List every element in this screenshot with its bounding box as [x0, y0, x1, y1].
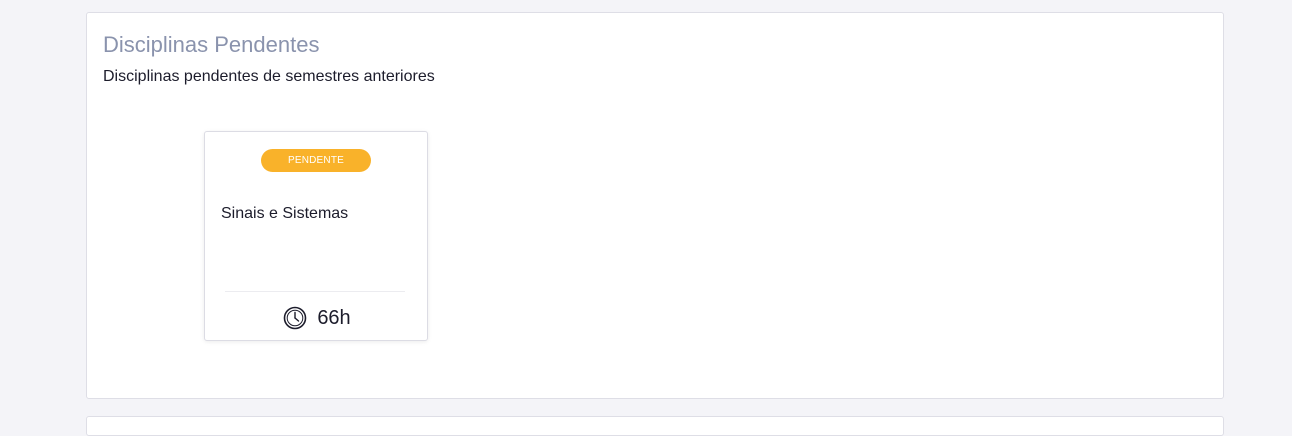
card-divider [225, 291, 405, 292]
status-badge: PENDENTE [261, 149, 371, 172]
course-card[interactable]: PENDENTE Sinais e Sistemas 66h [204, 131, 428, 341]
panel-title: Disciplinas Pendentes [103, 32, 320, 57]
clock-icon [283, 306, 307, 330]
panel-subtitle: Disciplinas pendentes de semestres anter… [103, 68, 435, 85]
pending-courses-panel: Disciplinas Pendentes Disciplinas penden… [86, 12, 1224, 399]
course-hours: 66h [205, 304, 429, 332]
hours-value: 66h [317, 307, 351, 329]
next-panel [86, 416, 1224, 436]
course-name: Sinais e Sistemas [221, 205, 349, 222]
